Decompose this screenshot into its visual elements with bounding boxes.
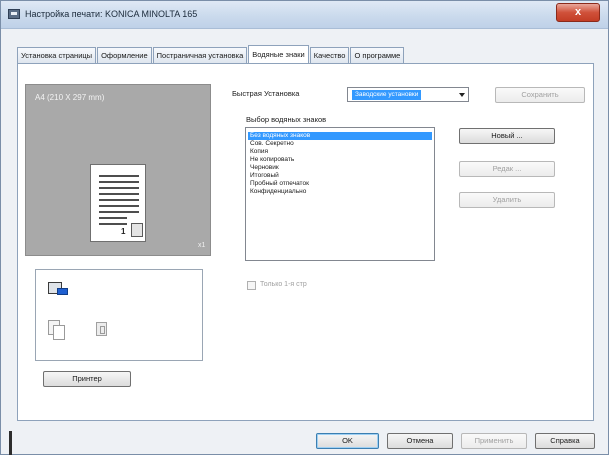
first-page-only-checkbox[interactable] [247,281,256,290]
list-item[interactable]: Пробный отпечаток [248,180,432,188]
apply-button[interactable]: Применить [461,433,527,449]
text-line [99,211,139,213]
title-bar[interactable]: Настройка печати: KONICA MINOLTA 165 x [1,1,608,29]
printer-output-icon[interactable] [48,280,68,296]
delete-watermark-button[interactable]: Удалить [459,192,555,208]
first-page-only-label: Только 1-я стр [260,281,307,288]
text-line [99,199,139,201]
printer-button[interactable]: Принтер [43,371,131,387]
window-edge-shadow [9,431,12,455]
list-item[interactable]: Сов. Секретно [248,140,432,148]
tab-about[interactable]: О программе [350,47,405,63]
page-number: 1 [121,227,126,236]
device-icons-box [35,269,203,361]
list-item[interactable]: Конфиденциально [248,188,432,196]
tab-quality[interactable]: Качество [309,47,350,63]
text-line [99,205,139,207]
help-button[interactable]: Справка [535,433,595,449]
list-item[interactable]: Копия [248,148,432,156]
new-watermark-button[interactable]: Новый ... [459,128,555,144]
text-line [99,175,139,177]
tab-per-page-setting[interactable]: Постраничная установка [152,47,248,63]
tab-page-setup[interactable]: Установка страницы [17,47,97,63]
tab-strip: Установка страницы Оформление Постраничн… [17,45,405,63]
watermark-select-label: Выбор водяных знаков [246,115,327,124]
quick-setup-label: Быстрая Установка [232,89,300,98]
list-item[interactable]: Итоговый [248,172,432,180]
paper-size-label: A4 (210 X 297 mm) [35,93,105,102]
tab-layout[interactable]: Оформление [97,47,152,63]
edit-watermark-button[interactable]: Редак ... [459,161,555,177]
mini-page-icon [131,223,143,237]
text-line [99,187,139,189]
printer-icon [8,9,20,19]
ok-button[interactable]: OK [316,433,379,449]
text-line [99,181,139,183]
tab-watermarks[interactable]: Водяные знаки [248,45,309,63]
chevron-down-icon[interactable] [459,93,465,97]
window-title: Настройка печати: KONICA MINOLTA 165 [25,9,198,19]
text-line [99,217,127,219]
quick-setup-value: Заводские установки [352,90,422,100]
staple-icon [96,322,107,336]
cancel-button[interactable]: Отмена [387,433,453,449]
text-line [99,193,139,195]
quick-setup-dropdown[interactable]: Заводские установки [347,87,469,102]
close-button[interactable]: x [556,3,600,22]
print-settings-window: Настройка печати: KONICA MINOLTA 165 x У… [0,0,609,455]
list-item[interactable]: Не копировать [248,156,432,164]
collate-pages-icon [48,320,66,340]
preview-sheet: 1 [90,164,146,242]
text-line [99,223,127,225]
list-item[interactable]: Черновик [248,164,432,172]
copies-count: x1 [198,242,206,249]
list-item[interactable]: Без водяных знаков [248,132,432,140]
page-preview: A4 (210 X 297 mm) 1 x1 [25,84,211,256]
save-button[interactable]: Сохранить [495,87,585,103]
watermark-list[interactable]: Без водяных знаков Сов. Секретно Копия Н… [245,127,435,261]
